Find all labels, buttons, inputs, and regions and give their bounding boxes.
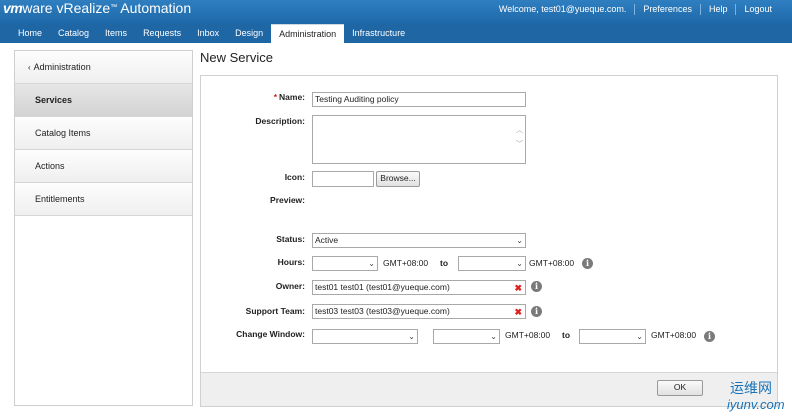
sidebar: ‹ Administration Services Catalog Items A… [14, 50, 193, 406]
tab-infrastructure[interactable]: Infrastructure [344, 24, 413, 43]
watermark-cn: 运维网 [730, 380, 772, 396]
top-header: vmware vRealize™ Automation Welcome, tes… [0, 0, 792, 24]
ok-button[interactable]: OK [657, 380, 703, 396]
info-icon[interactable]: i [704, 331, 715, 342]
name-input[interactable]: Testing Auditing policy [312, 92, 526, 107]
sidebar-item-entitlements[interactable]: Entitlements [15, 183, 192, 216]
chevron-down-icon: ⌄ [490, 332, 497, 341]
change-window-to-timezone: GMT+08:00 [651, 330, 697, 340]
remove-owner-icon[interactable]: ✖ [514, 282, 522, 294]
description-label: Description: [255, 116, 305, 126]
preview-label: Preview: [270, 195, 305, 205]
tab-administration[interactable]: Administration [271, 24, 345, 43]
icon-label: Icon: [284, 172, 305, 182]
page-title: New Service [200, 50, 273, 65]
logout-link[interactable]: Logout [736, 4, 780, 14]
change-window-from-select[interactable]: ⌄ [433, 329, 500, 344]
textarea-scroll-arrows-icon[interactable]: ︿ ﹀ [516, 124, 523, 152]
chevron-down-icon: ⌄ [408, 332, 415, 341]
hours-to-select[interactable]: ⌄ [458, 256, 526, 271]
welcome-text: Welcome, test01@yueque.com. [498, 4, 627, 14]
tab-requests[interactable]: Requests [135, 24, 189, 43]
chevron-down-icon: ⌄ [516, 259, 523, 268]
change-window-label: Change Window: [236, 329, 305, 339]
browse-button[interactable]: Browse... [376, 171, 420, 187]
change-window-to-select[interactable]: ⌄ [579, 329, 646, 344]
name-label: * Name: [273, 92, 305, 102]
tab-catalog[interactable]: Catalog [50, 24, 97, 43]
support-team-label: Support Team: [245, 306, 305, 316]
main-nav: Home Catalog Items Requests Inbox Design… [0, 24, 792, 43]
status-select[interactable]: Active ⌄ [312, 233, 526, 248]
info-icon[interactable]: i [531, 281, 542, 292]
tab-design[interactable]: Design [227, 24, 271, 43]
change-window-from-timezone: GMT+08:00 [505, 330, 551, 340]
sidebar-item-catalog-items[interactable]: Catalog Items [15, 117, 192, 150]
hours-to-timezone: GMT+08:00 [529, 258, 575, 268]
new-service-form: * Name: Testing Auditing policy Descripti… [200, 75, 778, 407]
owner-input[interactable]: test01 test01 (test01@yueque.com) ✖ [312, 280, 526, 295]
chevron-down-icon: ⌄ [516, 236, 523, 245]
change-window-to-label: to [562, 330, 571, 340]
help-link[interactable]: Help [701, 4, 736, 14]
info-icon[interactable]: i [582, 258, 593, 269]
owner-label: Owner: [275, 281, 305, 291]
sidebar-back-administration[interactable]: ‹ Administration [15, 51, 192, 84]
vmware-logo: vmware vRealize™ Automation [3, 0, 192, 16]
change-window-day-select[interactable]: ⌄ [312, 329, 418, 344]
form-footer: OK [201, 372, 777, 406]
preferences-link[interactable]: Preferences [635, 4, 700, 14]
status-label: Status: [276, 234, 305, 244]
watermark-url: iyunv.com [727, 397, 785, 412]
hours-to-label: to [440, 258, 449, 268]
remove-support-team-icon[interactable]: ✖ [514, 306, 522, 318]
sidebar-item-actions[interactable]: Actions [15, 150, 192, 183]
icon-file-input[interactable] [312, 171, 374, 187]
chevron-down-icon: ⌄ [368, 259, 375, 268]
hours-from-select[interactable]: ⌄ [312, 256, 378, 271]
tab-items[interactable]: Items [97, 24, 135, 43]
chevron-down-icon: ⌄ [636, 332, 643, 341]
description-textarea[interactable]: ︿ ﹀ [312, 115, 526, 164]
chevron-left-icon: ‹ [28, 63, 31, 72]
tab-home[interactable]: Home [10, 24, 50, 43]
hours-from-timezone: GMT+08:00 [383, 258, 429, 268]
support-team-input[interactable]: test03 test03 (test03@yueque.com) ✖ [312, 304, 526, 319]
info-icon[interactable]: i [531, 306, 542, 317]
sidebar-item-services[interactable]: Services [15, 84, 192, 117]
hours-label: Hours: [277, 257, 305, 267]
user-menu: Welcome, test01@yueque.com. Preferences … [491, 2, 780, 16]
tab-inbox[interactable]: Inbox [189, 24, 227, 43]
